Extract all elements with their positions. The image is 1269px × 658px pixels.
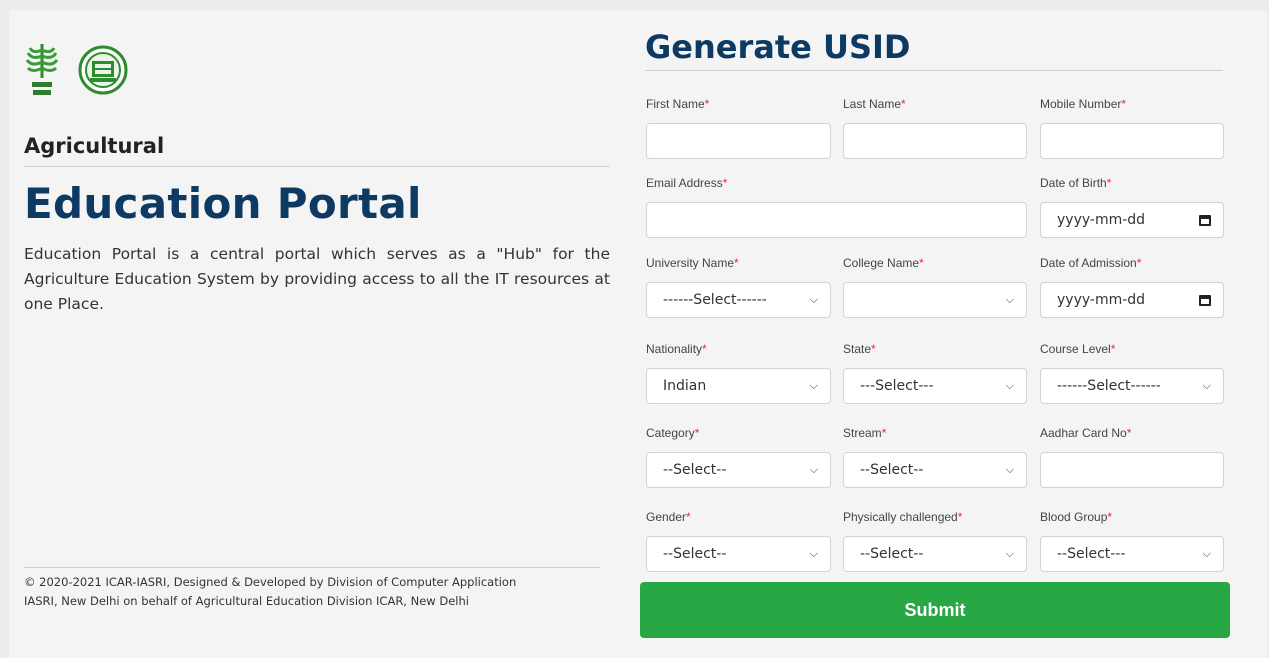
- gender-label: Gender*: [646, 510, 691, 524]
- portal-subtitle: Agricultural: [24, 134, 610, 167]
- admission-label: Date of Admission*: [1040, 256, 1142, 270]
- blood-label: Blood Group*: [1040, 510, 1113, 524]
- admission-field: Date of Admission* yyyy-mm-dd: [1040, 256, 1224, 318]
- calendar-icon[interactable]: [1199, 294, 1211, 306]
- chevron-down-icon: ⌵: [809, 293, 818, 306]
- footer-line-1: © 2020-2021 ICAR-IASRI, Designed & Devel…: [24, 575, 517, 589]
- university-label: University Name*: [646, 256, 739, 270]
- dob-label: Date of Birth*: [1040, 176, 1112, 190]
- nationality-select[interactable]: Indian ⌵: [646, 368, 831, 404]
- portal-title: Education Portal: [24, 179, 422, 228]
- course-level-select[interactable]: ------Select------ ⌵: [1040, 368, 1224, 404]
- aadhar-field: Aadhar Card No*: [1040, 426, 1224, 488]
- dob-input[interactable]: yyyy-mm-dd: [1040, 202, 1224, 238]
- physically-label: Physically challenged*: [843, 510, 963, 524]
- admission-input[interactable]: yyyy-mm-dd: [1040, 282, 1224, 318]
- chevron-down-icon: ⌵: [1005, 293, 1014, 306]
- nationality-field: Nationality* Indian ⌵: [646, 342, 831, 404]
- admission-placeholder: yyyy-mm-dd: [1057, 292, 1146, 308]
- blood-field: Blood Group* --Select--- ⌵: [1040, 510, 1224, 572]
- category-field: Category* --Select-- ⌵: [646, 426, 831, 488]
- gender-selected: --Select--: [663, 546, 727, 562]
- stream-select[interactable]: --Select-- ⌵: [843, 452, 1027, 488]
- stream-selected: --Select--: [860, 462, 924, 478]
- nationality-label: Nationality*: [646, 342, 707, 356]
- chevron-down-icon: ⌵: [809, 547, 818, 560]
- aadhar-input[interactable]: [1040, 452, 1224, 488]
- physically-field: Physically challenged* --Select-- ⌵: [843, 510, 1027, 572]
- email-input[interactable]: [646, 202, 1027, 238]
- email-label: Email Address*: [646, 176, 728, 190]
- state-select[interactable]: ---Select--- ⌵: [843, 368, 1027, 404]
- state-selected: ---Select---: [860, 378, 934, 394]
- state-field: State* ---Select--- ⌵: [843, 342, 1027, 404]
- icar-wheat-logo-icon: [25, 44, 59, 95]
- gender-field: Gender* --Select-- ⌵: [646, 510, 831, 572]
- intro-panel: Agricultural Education Portal Education …: [24, 40, 610, 317]
- first-name-field: First Name*: [646, 97, 831, 159]
- dob-placeholder: yyyy-mm-dd: [1057, 212, 1146, 228]
- course-level-selected: ------Select------: [1057, 378, 1161, 394]
- physically-select[interactable]: --Select-- ⌵: [843, 536, 1027, 572]
- seal-logo-icon: [78, 45, 128, 95]
- category-select[interactable]: --Select-- ⌵: [646, 452, 831, 488]
- last-name-field: Last Name*: [843, 97, 1027, 159]
- first-name-label: First Name*: [646, 97, 710, 111]
- category-selected: --Select--: [663, 462, 727, 478]
- email-field: Email Address*: [646, 176, 1027, 238]
- aadhar-label: Aadhar Card No*: [1040, 426, 1132, 440]
- physically-selected: --Select--: [860, 546, 924, 562]
- footer: © 2020-2021 ICAR-IASRI, Designed & Devel…: [24, 567, 600, 611]
- portal-description: Education Portal is a central portal whi…: [24, 245, 610, 313]
- chevron-down-icon: ⌵: [1202, 547, 1211, 560]
- usid-form: Generate USID: [637, 28, 1225, 71]
- university-select[interactable]: ------Select------ ⌵: [646, 282, 831, 318]
- course-level-field: Course Level* ------Select------ ⌵: [1040, 342, 1224, 404]
- dob-field: Date of Birth* yyyy-mm-dd: [1040, 176, 1224, 238]
- college-field: College Name* ⌵: [843, 256, 1027, 318]
- last-name-input[interactable]: [843, 123, 1027, 159]
- stream-field: Stream* --Select-- ⌵: [843, 426, 1027, 488]
- footer-line-2: IASRI, New Delhi on behalf of Agricultur…: [24, 594, 469, 608]
- calendar-icon[interactable]: [1199, 214, 1211, 226]
- mobile-input[interactable]: [1040, 123, 1224, 159]
- chevron-down-icon: ⌵: [1005, 463, 1014, 476]
- chevron-down-icon: ⌵: [1005, 379, 1014, 392]
- chevron-down-icon: ⌵: [1005, 547, 1014, 560]
- gender-select[interactable]: --Select-- ⌵: [646, 536, 831, 572]
- last-name-label: Last Name*: [843, 97, 906, 111]
- stream-label: Stream*: [843, 426, 887, 440]
- chevron-down-icon: ⌵: [809, 379, 818, 392]
- state-label: State*: [843, 342, 876, 356]
- mobile-label: Mobile Number*: [1040, 97, 1127, 111]
- category-label: Category*: [646, 426, 700, 440]
- university-field: University Name* ------Select------ ⌵: [646, 256, 831, 318]
- college-select[interactable]: ⌵: [843, 282, 1027, 318]
- form-title: Generate USID: [645, 28, 1223, 71]
- submit-button[interactable]: Submit: [640, 582, 1230, 638]
- college-label: College Name*: [843, 256, 924, 270]
- chevron-down-icon: ⌵: [809, 463, 818, 476]
- logos: [24, 40, 610, 100]
- university-selected: ------Select------: [663, 292, 767, 308]
- mobile-field: Mobile Number*: [1040, 97, 1224, 159]
- first-name-input[interactable]: [646, 123, 831, 159]
- blood-select[interactable]: --Select--- ⌵: [1040, 536, 1224, 572]
- chevron-down-icon: ⌵: [1202, 379, 1211, 392]
- nationality-selected: Indian: [663, 378, 707, 394]
- blood-selected: --Select---: [1057, 546, 1126, 562]
- course-level-label: Course Level*: [1040, 342, 1116, 356]
